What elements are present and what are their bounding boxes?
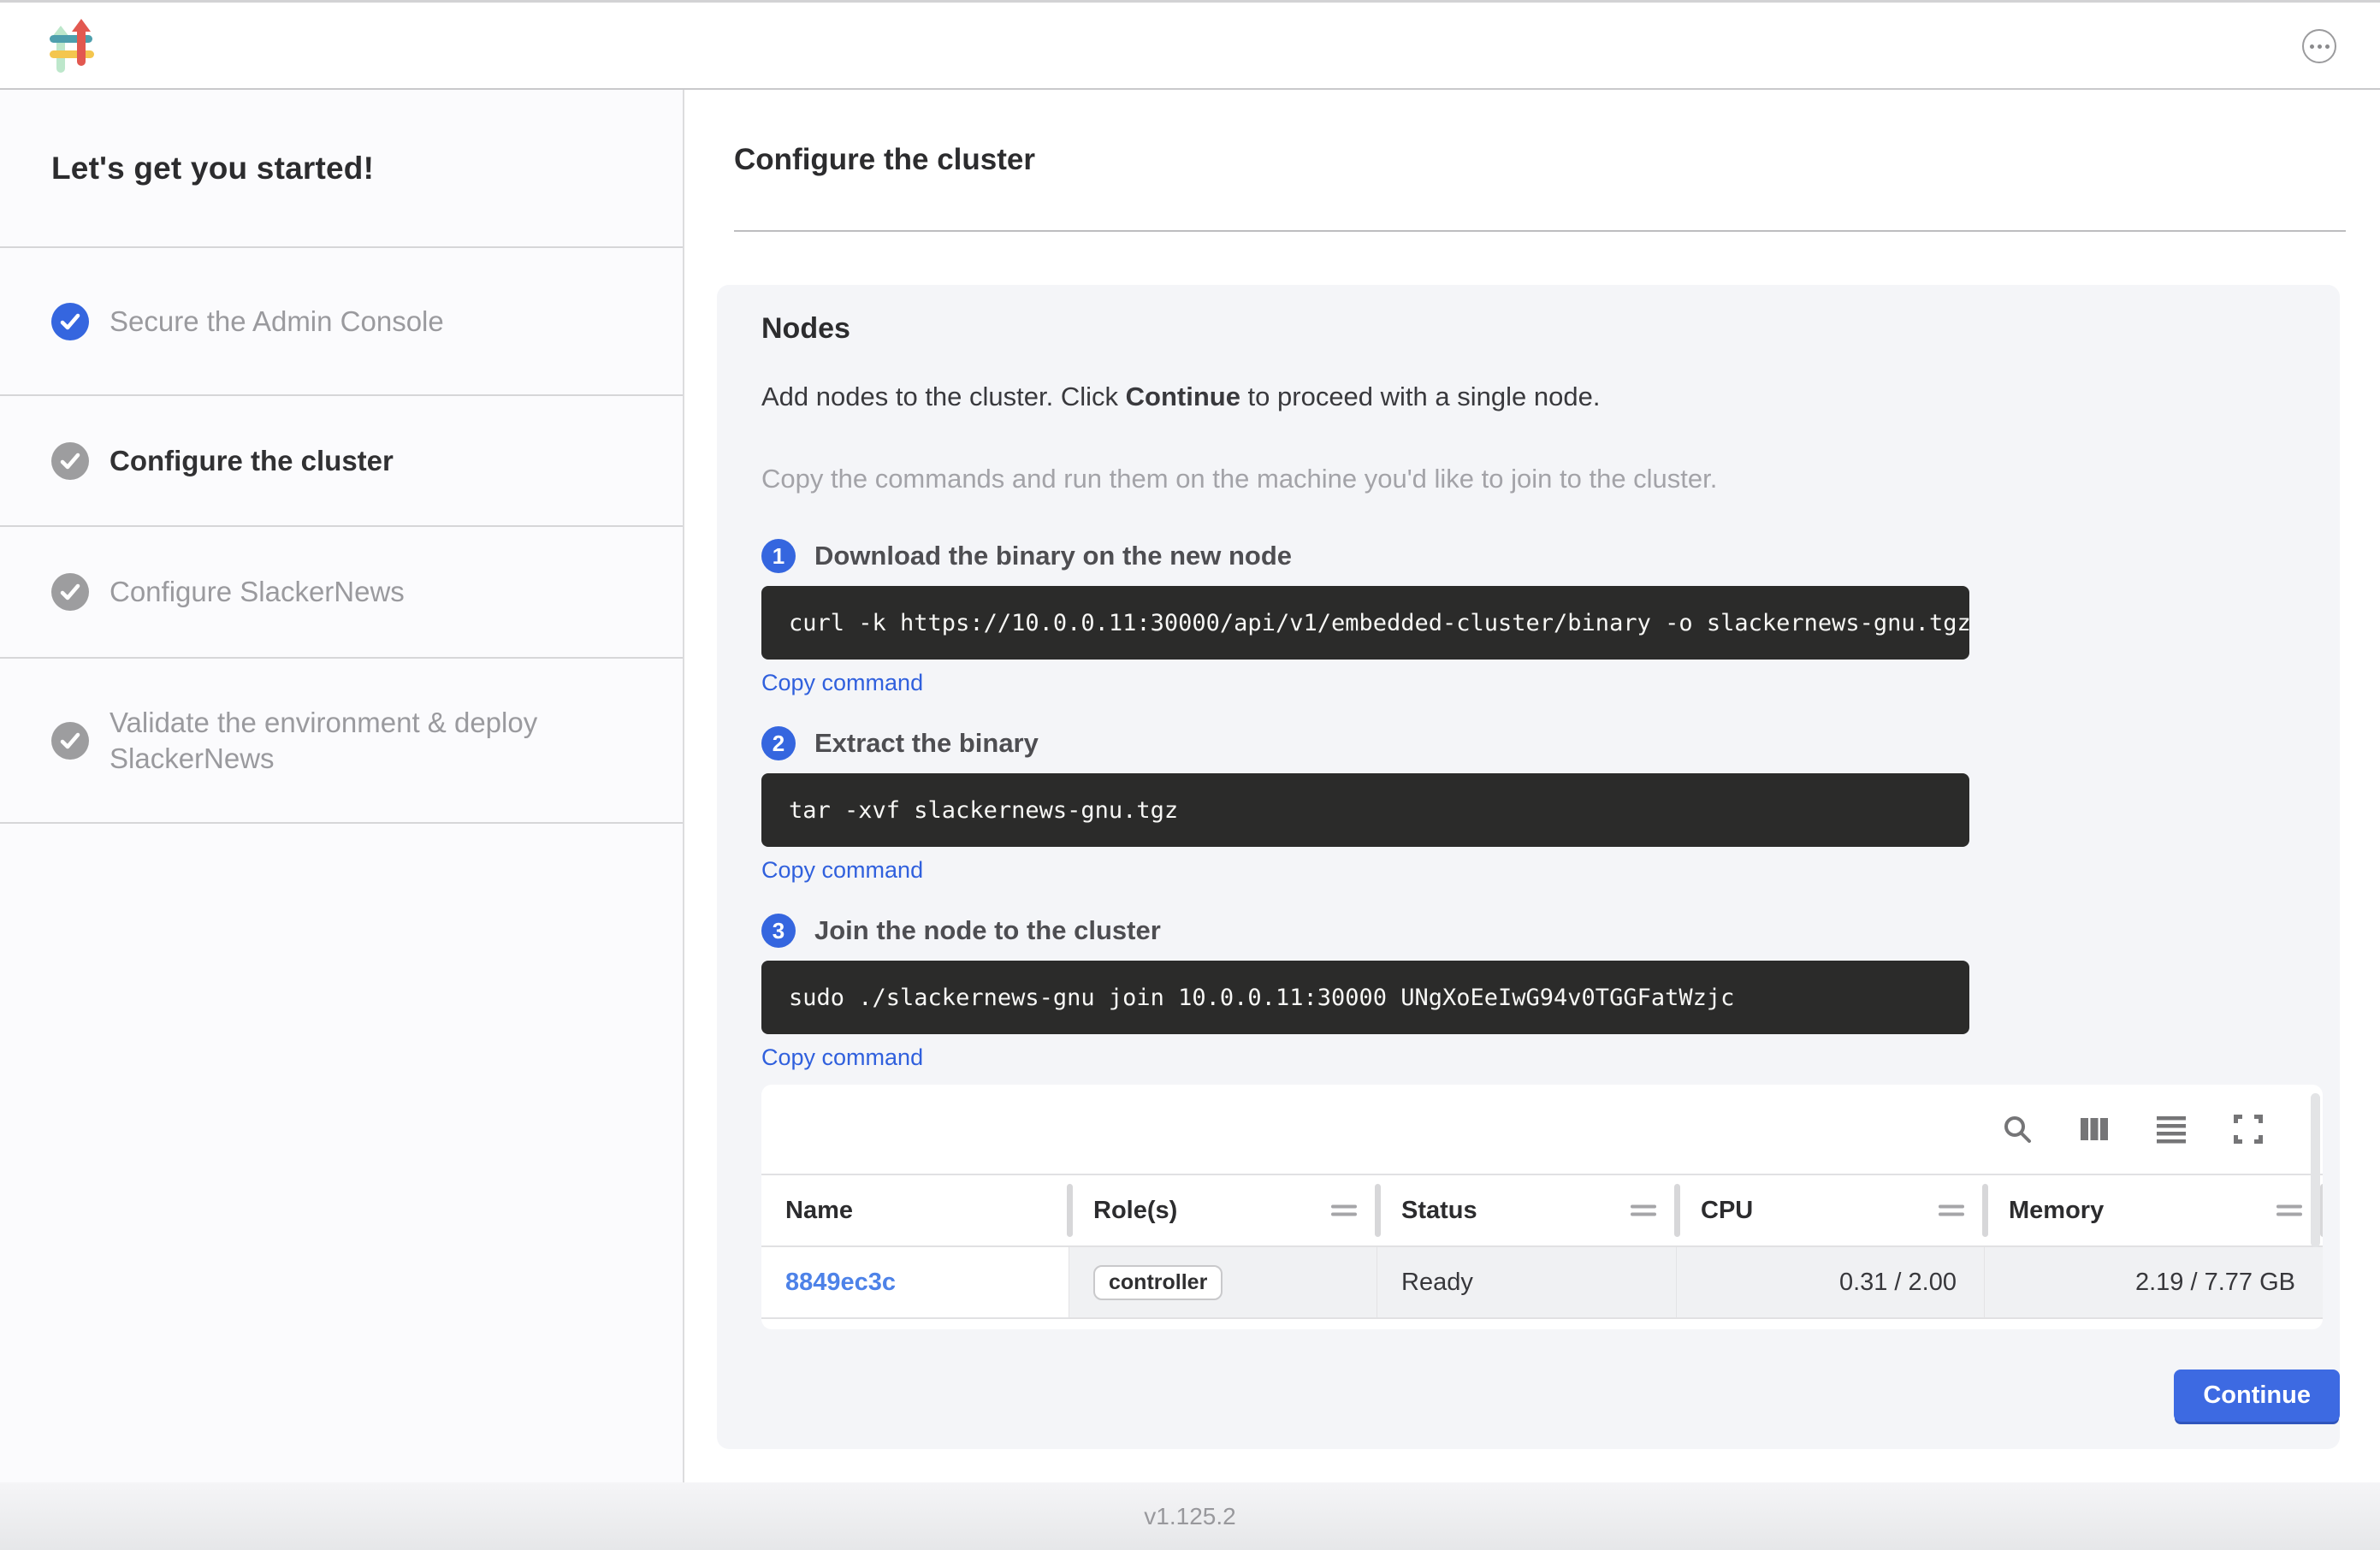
table-toolbar [761, 1085, 2323, 1174]
step-1-title: Download the binary on the new node [814, 541, 1292, 571]
title-divider [734, 230, 2346, 232]
check-circle-complete-icon [51, 303, 89, 340]
intro-suffix: to proceed with a single node. [1240, 382, 1601, 411]
column-header-memory[interactable]: Memory [1985, 1175, 2323, 1245]
nodes-intro-text: Add nodes to the cluster. Click Continue… [761, 381, 2340, 413]
fullscreen-icon[interactable] [2231, 1112, 2265, 1146]
slackernews-logo-icon [50, 19, 96, 74]
nodes-card: Nodes Add nodes to the cluster. Click Co… [717, 285, 2340, 1449]
step-3-heading: 3 Join the node to the cluster [761, 913, 2340, 949]
sidebar-title: Let's get you started! [51, 151, 374, 186]
column-header-name[interactable]: Name [761, 1175, 1069, 1245]
sidebar-item-secure-admin-console[interactable]: Secure the Admin Console [0, 248, 683, 396]
table-row: 8849ec3c controller Ready 0.31 / 2.00 2.… [761, 1247, 2323, 1319]
step-3-copy-command-link[interactable]: Copy command [761, 1044, 923, 1071]
column-label: Role(s) [1093, 1197, 1177, 1225]
search-icon[interactable] [2000, 1112, 2034, 1146]
intro-bold: Continue [1126, 382, 1240, 411]
column-resize-handle[interactable] [1982, 1184, 1988, 1237]
page: Let's get you started! Secure the Admin … [0, 0, 2380, 1550]
copy-commands-hint: Copy the commands and run them on the ma… [761, 463, 2340, 495]
nodes-table-card: Name Role(s) Status CPU [761, 1085, 2323, 1329]
page-title: Configure the cluster [734, 143, 2330, 177]
ellipsis-dot [2310, 44, 2314, 49]
footer: v1.125.2 [0, 1482, 2380, 1550]
column-label: CPU [1701, 1197, 1753, 1225]
step-1-copy-command-link[interactable]: Copy command [761, 670, 923, 696]
step-2-copy-command-link[interactable]: Copy command [761, 857, 923, 884]
node-memory-cell: 2.19 / 7.77 GB [1985, 1247, 2323, 1317]
node-name-cell: 8849ec3c [761, 1247, 1069, 1317]
column-header-status[interactable]: Status [1377, 1175, 1677, 1245]
step-1-heading: 1 Download the binary on the new node [761, 538, 2340, 574]
ellipsis-dot [2325, 44, 2330, 49]
check-circle-pending-icon [51, 573, 89, 611]
drag-handle-icon[interactable] [1631, 1201, 1656, 1221]
step-2-number-badge: 2 [761, 726, 796, 760]
step-2-heading: 2 Extract the binary [761, 725, 2340, 761]
node-cpu-cell: 0.31 / 2.00 [1677, 1247, 1985, 1317]
role-badge: controller [1093, 1265, 1223, 1300]
drag-handle-icon[interactable] [1939, 1201, 1964, 1221]
column-label: Memory [2009, 1197, 2104, 1225]
main-content: Configure the cluster Nodes Add nodes to… [684, 90, 2380, 1485]
intro-prefix: Add nodes to the cluster. Click [761, 382, 1126, 411]
sidebar-item-configure-slackernews[interactable]: Configure SlackerNews [0, 527, 683, 659]
step-1-command-block: curl -k https://10.0.0.11:30000/api/v1/e… [761, 586, 1969, 660]
step-2-command-block: tar -xvf slackernews-gnu.tgz [761, 773, 1969, 847]
step-3-command-block: sudo ./slackernews-gnu join 10.0.0.11:30… [761, 961, 1969, 1034]
view-columns-icon[interactable] [2077, 1112, 2111, 1146]
node-roles-cell: controller [1069, 1247, 1377, 1317]
step-3-number-badge: 3 [761, 914, 796, 948]
column-resize-handle[interactable] [1067, 1184, 1073, 1237]
table-header-row: Name Role(s) Status CPU [761, 1174, 2323, 1247]
check-circle-pending-icon [51, 442, 89, 480]
check-circle-pending-icon [51, 722, 89, 760]
continue-button-row: Continue [761, 1370, 2340, 1422]
more-menu-button[interactable] [2302, 29, 2336, 63]
step-3-title: Join the node to the cluster [814, 915, 1161, 946]
sidebar-item-label: Configure the cluster [110, 443, 394, 478]
sidebar-item-label: Secure the Admin Console [110, 304, 444, 339]
node-name-link[interactable]: 8849ec3c [785, 1269, 896, 1297]
sidebar-item-label: Validate the environment & deploy Slacke… [110, 705, 589, 776]
sidebar-item-label: Configure SlackerNews [110, 574, 405, 609]
ellipsis-dot [2318, 44, 2322, 49]
column-resize-handle[interactable] [2320, 1184, 2323, 1237]
table-scrollbar[interactable] [2311, 1093, 2320, 1247]
node-status-cell: Ready [1377, 1247, 1677, 1317]
continue-button[interactable]: Continue [2174, 1370, 2340, 1422]
drag-handle-icon[interactable] [1331, 1201, 1357, 1221]
sidebar-item-configure-cluster[interactable]: Configure the cluster [0, 396, 683, 527]
density-icon[interactable] [2154, 1112, 2188, 1146]
column-resize-handle[interactable] [1375, 1184, 1381, 1237]
column-header-cpu[interactable]: CPU [1677, 1175, 1985, 1245]
setup-steps-sidebar: Let's get you started! Secure the Admin … [0, 90, 684, 1485]
step-2-title: Extract the binary [814, 728, 1039, 759]
column-resize-handle[interactable] [1674, 1184, 1680, 1237]
column-label: Status [1401, 1197, 1477, 1225]
sidebar-item-validate-deploy[interactable]: Validate the environment & deploy Slacke… [0, 659, 683, 824]
nodes-heading: Nodes [761, 311, 2340, 346]
column-header-roles[interactable]: Role(s) [1069, 1175, 1377, 1245]
drag-handle-icon[interactable] [2276, 1201, 2302, 1221]
sidebar-heading: Let's get you started! [0, 90, 683, 248]
column-label: Name [785, 1197, 853, 1225]
step-1-number-badge: 1 [761, 539, 796, 573]
version-label: v1.125.2 [1144, 1503, 1235, 1530]
top-bar [0, 3, 2380, 90]
